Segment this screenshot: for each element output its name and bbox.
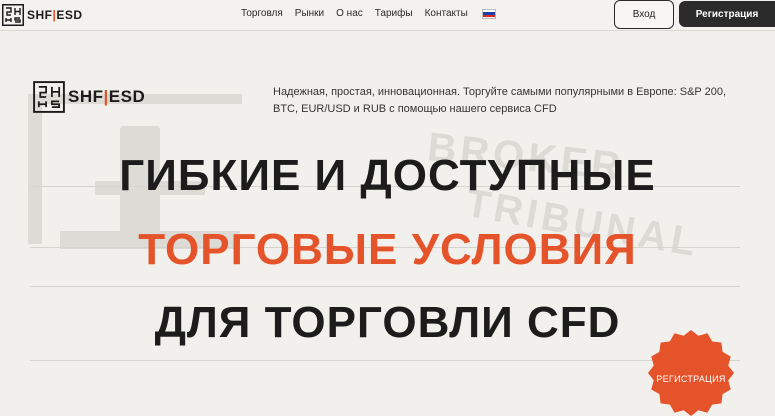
site-header: SHF|ESD Торговля Рынки О нас Тарифы Конт… [0,0,775,30]
register-badge-button[interactable]: РЕГИСТРАЦИЯ [648,330,734,416]
hero-tagline: Надежная, простая, инновационная. Торгуй… [273,86,727,115]
logo-mark-icon [2,4,24,26]
nav-item-markets[interactable]: Рынки [295,8,324,19]
headline-line-2: ТОРГОВЫЕ УСЛОВИЯ [138,225,637,274]
headline-line-1: ГИБКИЕ И ДОСТУПНЫЕ [119,151,656,200]
header-logo[interactable]: SHF|ESD [2,4,83,26]
register-button[interactable]: Регистрация [679,1,775,27]
login-button[interactable]: Вход [614,0,674,29]
divider-line [30,286,740,287]
nav-item-about[interactable]: О нас [336,8,363,19]
main-nav: Торговля Рынки О нас Тарифы Контакты [241,8,496,19]
badge-label: РЕГИСТРАЦИЯ [656,374,726,384]
logo-mark-icon [33,81,65,113]
badge-seal-icon [648,330,734,416]
hero-logo: SHF|ESD [33,81,145,113]
nav-item-trading[interactable]: Торговля [241,8,283,19]
divider-line [30,360,740,361]
logo-text: SHF|ESD [68,87,146,106]
nav-item-tariffs[interactable]: Тарифы [375,8,413,19]
hero-section: BROKER TRIBUNAL SHF|ESD Надежная, проста… [0,31,775,416]
russian-flag-icon[interactable] [481,8,496,19]
logo-text: SHF|ESD [27,8,83,22]
nav-item-contacts[interactable]: Контакты [425,8,468,19]
